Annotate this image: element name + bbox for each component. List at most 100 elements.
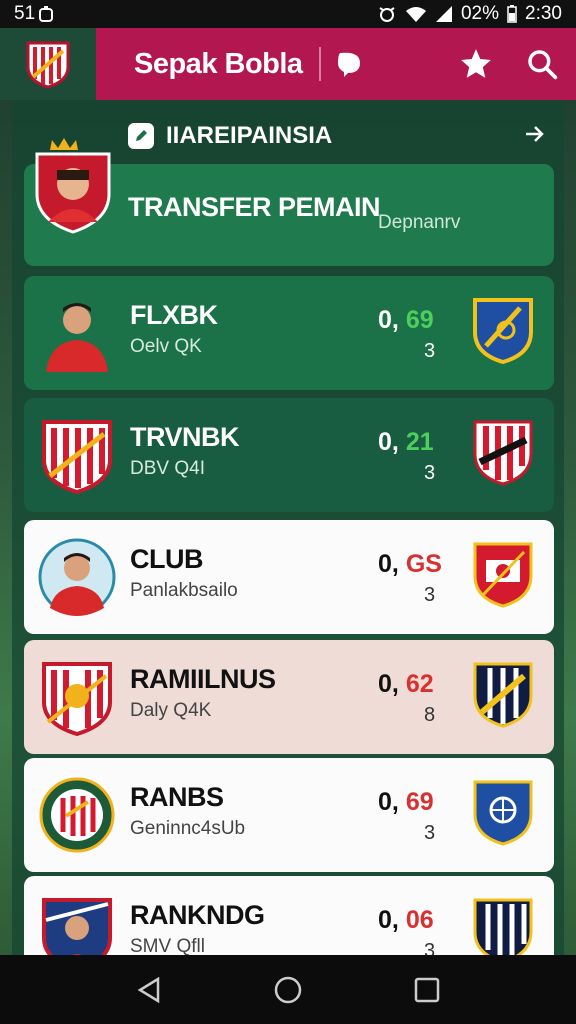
striped-crest-icon [42, 662, 112, 737]
club-crest [38, 658, 116, 737]
score-value: 69 [405, 788, 434, 816]
app-logo[interactable] [0, 28, 96, 100]
score-value: 21 [405, 428, 434, 456]
section-arrow-button[interactable] [524, 124, 546, 149]
featured-player-crest [34, 134, 112, 239]
club-badge [472, 538, 534, 610]
status-bar: 51 02% 2:30 [0, 0, 576, 28]
club-badge [472, 658, 534, 730]
back-button[interactable] [127, 968, 171, 1012]
score-prefix: 0, [378, 306, 399, 334]
club-shield-icon [473, 662, 533, 728]
notification-icon [39, 6, 54, 22]
wifi-icon [405, 7, 426, 22]
striped-crest-icon [42, 420, 112, 495]
player-name: TRVNBK [130, 422, 240, 452]
player-rank: 3 [424, 462, 436, 484]
club-badge [472, 776, 534, 848]
player-avatar [38, 538, 116, 616]
player-detail: Oelv QK [130, 336, 202, 357]
section-header: IIAREIPAINSIA [128, 122, 332, 150]
score-prefix: 0, [378, 550, 399, 578]
score-prefix: 0, [378, 788, 399, 816]
club-shield-icon [473, 542, 533, 608]
status-left: 51 [14, 3, 54, 25]
player-name: CLUB [130, 544, 204, 574]
app-bar: Sepak Bobla [0, 28, 576, 100]
player-score: 0, 69 [378, 306, 434, 335]
club-crest-icon [26, 41, 70, 89]
player-detail: Panlakbsailo [130, 580, 238, 601]
club-shield-icon [473, 420, 533, 486]
chat-button[interactable] [329, 44, 369, 84]
score-value: GS [405, 550, 442, 578]
transfer-subtitle: Depnanrv [378, 212, 461, 233]
home-button[interactable] [266, 968, 310, 1012]
player-score: 0, 21 [378, 428, 434, 457]
player-score: 0, GS [378, 550, 442, 579]
score-prefix: 0, [378, 428, 399, 456]
search-icon [528, 50, 558, 80]
app-title-bar: Sepak Bobla [96, 28, 576, 100]
score-prefix: 0, [378, 670, 399, 698]
alarm-icon [379, 7, 395, 22]
favorites-button[interactable] [456, 44, 496, 84]
round-crest-icon [39, 777, 115, 853]
player-name: FLXBK [130, 300, 218, 330]
status-right: 02% 2:30 [377, 3, 562, 25]
system-nav-bar [0, 955, 576, 1024]
battery-level: 02% [460, 3, 500, 24]
club-shield-icon [473, 298, 533, 365]
search-button[interactable] [522, 44, 562, 84]
player-card-2[interactable]: TRVNBK DBV Q4I 0, 21 3 [24, 398, 554, 512]
club-shield-icon [473, 780, 533, 846]
player-rank: 8 [424, 704, 436, 726]
status-clock: 2:30 [525, 3, 562, 24]
player-detail: Daly Q4K [130, 700, 212, 721]
club-badge [472, 294, 534, 366]
score-prefix: 0, [378, 906, 399, 934]
player-name: RAMIILNUS [130, 664, 276, 694]
title-divider [318, 47, 321, 81]
player-rank: 3 [424, 340, 436, 362]
home-circle-icon [274, 976, 302, 1003]
status-notification-count: 51 [14, 3, 36, 24]
player-score: 0, 62 [378, 670, 434, 699]
player-avatar [38, 294, 116, 372]
battery-icon [507, 5, 517, 23]
player-score: 0, 69 [378, 788, 434, 817]
player-card-1[interactable]: FLXBK Oelv QK 0, 69 3 [24, 276, 554, 390]
score-value: 06 [405, 906, 434, 934]
back-triangle-icon [137, 976, 160, 1003]
arrow-right-icon [526, 126, 544, 142]
player-photo-icon [38, 538, 116, 616]
player-detail: DBV Q4I [130, 458, 205, 479]
club-crest [38, 416, 116, 495]
player-detail: Geninnc4sUb [130, 818, 246, 839]
recents-square-icon [414, 977, 439, 1002]
player-rank: 3 [424, 584, 436, 606]
player-card-4[interactable]: RAMIILNUS Daly Q4K 0, 62 8 [24, 640, 554, 754]
player-card-3[interactable]: CLUB Panlakbsailo 0, GS 3 [24, 520, 554, 634]
score-value: 69 [405, 306, 434, 334]
section-icon [128, 123, 154, 149]
player-crest-icon [35, 138, 111, 234]
club-crest [38, 776, 116, 854]
recents-button[interactable] [405, 968, 449, 1012]
score-value: 62 [405, 670, 434, 698]
transfer-section: TRANSFER PEMAIN Depnanrv IIAREIPAINSIA [24, 114, 554, 266]
player-score: 0, 06 [378, 906, 434, 935]
chat-bubble-icon [337, 52, 360, 77]
edit-pencil-icon [136, 130, 147, 141]
club-badge [472, 416, 534, 488]
star-icon [461, 49, 491, 78]
signal-icon [435, 6, 452, 22]
section-title: IIAREIPAINSIA [166, 122, 333, 149]
player-name: RANBS [130, 782, 224, 812]
player-photo-icon [46, 303, 108, 372]
transfer-title: TRANSFER PEMAIN [128, 192, 381, 222]
player-card-5[interactable]: RANBS Geninnc4sUb 0, 69 3 [24, 758, 554, 872]
app-title: Sepak Bobla [134, 47, 303, 80]
player-name: RANKNDG [130, 900, 265, 930]
player-rank: 3 [424, 822, 436, 844]
